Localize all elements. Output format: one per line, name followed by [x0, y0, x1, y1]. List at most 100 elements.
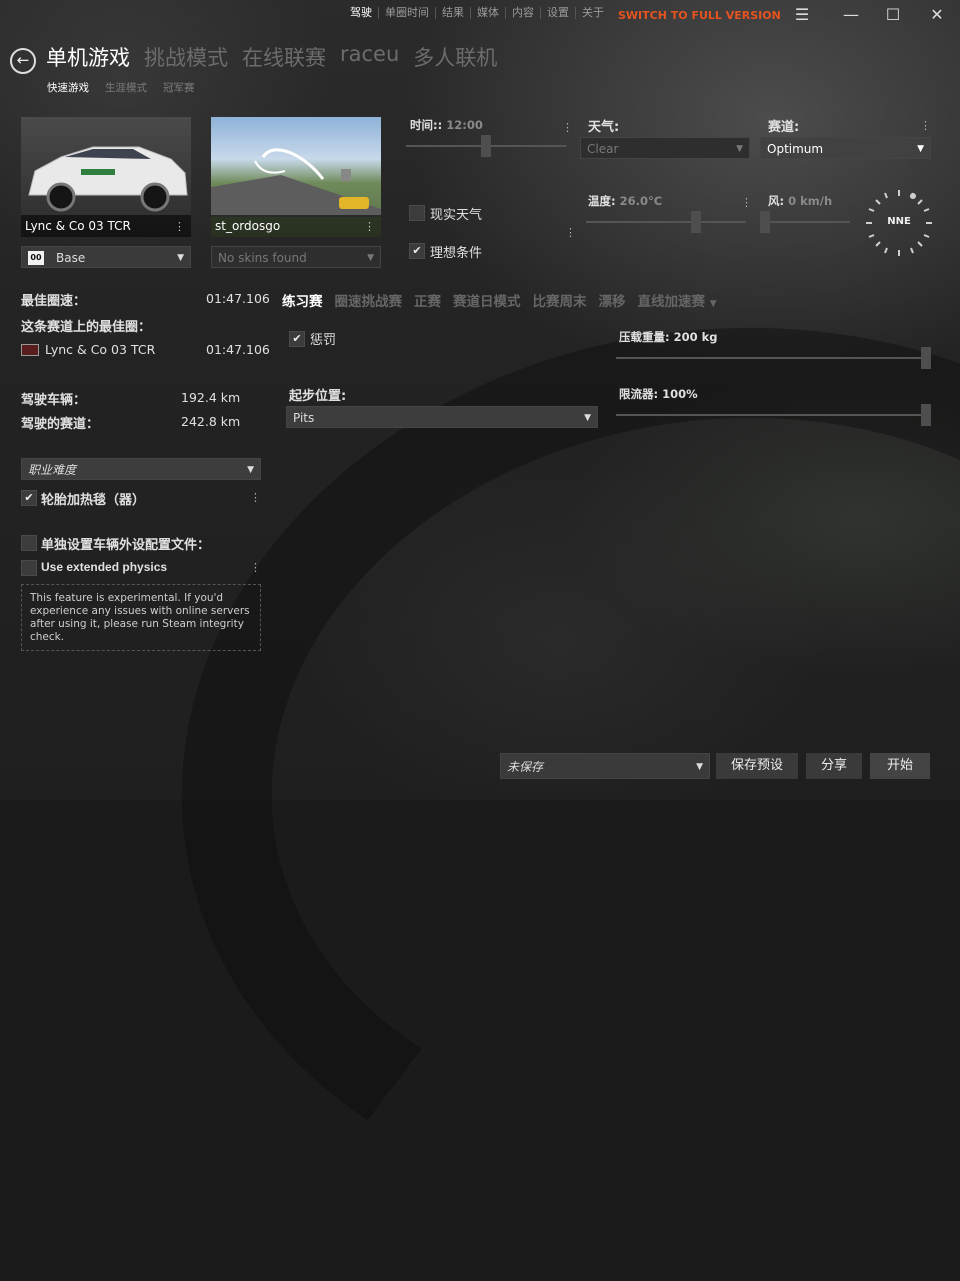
track-state-select[interactable]: Optimum ▼	[760, 137, 931, 159]
close-icon[interactable]: ✕	[924, 3, 950, 27]
difficulty-select[interactable]: 职业难度 ▼	[21, 458, 261, 480]
best-on-track-label: 这条赛道上的最佳圈：	[21, 320, 152, 335]
wind-slider-thumb[interactable]	[760, 211, 770, 233]
chevron-down-icon: ▼	[584, 413, 591, 423]
car-skin-value: Base	[56, 251, 86, 265]
maximize-icon[interactable]: ☐	[880, 3, 906, 27]
topnav-item-results[interactable]: 结果	[435, 7, 470, 19]
chevron-down-icon: ▼	[709, 299, 717, 309]
mode-tab-drag[interactable]: 直线加速赛 ▼	[638, 290, 717, 310]
start-position-select[interactable]: Pits ▼	[286, 406, 598, 428]
ideal-conditions-label: 理想条件	[430, 246, 483, 261]
main-tabs: 单机游戏 挑战模式 在线联赛 raceu 多人联机	[46, 42, 497, 72]
extended-physics-kebab-icon[interactable]: ⋮	[250, 561, 261, 574]
menu-icon[interactable]: ☰	[789, 3, 815, 27]
wind-label: 风: 0 km/h	[768, 194, 833, 208]
share-button[interactable]: 分享	[806, 753, 862, 779]
ideal-conditions-checkbox[interactable]: ✔	[409, 243, 425, 259]
best-lap-value: 01:47.106	[206, 291, 270, 306]
restrictor-slider-track[interactable]	[616, 414, 931, 416]
start-position-label: 起步位置:	[289, 389, 347, 404]
back-arrow-icon[interactable]: ←	[10, 48, 36, 74]
car-skin-select[interactable]: 00 Base ▼	[21, 246, 191, 268]
track-options-kebab-icon[interactable]: ⋮	[364, 220, 375, 233]
skin-badge-icon: 00	[28, 251, 44, 265]
best-on-track-value: 01:47.106	[206, 342, 270, 357]
mode-tab-practice[interactable]: 练习赛	[282, 290, 323, 310]
track-skin-select[interactable]: No skins found ▼	[211, 246, 381, 268]
weather-value: Clear	[587, 142, 619, 156]
mode-tab-drift[interactable]: 漂移	[599, 290, 626, 310]
topnav-item-laptimes[interactable]: 单圈时间	[378, 7, 435, 19]
chevron-down-icon: ▼	[247, 465, 254, 475]
car-name: Lync & Co 03 TCR	[21, 215, 191, 237]
track-skin-value: No skins found	[218, 251, 307, 265]
start-button[interactable]: 开始	[870, 753, 930, 779]
experimental-note: This feature is experimental. If you'd e…	[21, 584, 261, 651]
preset-select[interactable]: 未保存 ▼	[500, 753, 710, 779]
car-options-kebab-icon[interactable]: ⋮	[174, 220, 185, 233]
extended-physics-checkbox[interactable]	[21, 560, 37, 576]
driven-car-label: 驾驶车辆：	[21, 393, 87, 408]
save-preset-button[interactable]: 保存预设	[716, 753, 798, 779]
top-navigation: 驾驶 单圈时间 结果 媒体 内容 设置 关于	[350, 7, 610, 19]
subtab-championship[interactable]: 冠军赛	[163, 80, 195, 95]
conditions-kebab-icon[interactable]: ⋮	[565, 226, 576, 239]
track-preview-image	[211, 148, 381, 217]
real-weather-checkbox[interactable]	[409, 205, 425, 221]
topnav-item-media[interactable]: 媒体	[470, 7, 505, 19]
sub-tabs: 快速游戏 生涯模式 冠军赛	[47, 80, 195, 95]
tyre-blankets-label: 轮胎加热毯（器）	[41, 493, 146, 508]
minimize-icon[interactable]: —	[838, 3, 864, 27]
temperature-slider-track[interactable]	[586, 221, 746, 223]
temperature-kebab-icon[interactable]: ⋮	[741, 196, 752, 209]
restrictor-label: 限流器: 100%	[619, 387, 698, 401]
subtab-career[interactable]: 生涯模式	[105, 80, 147, 95]
car-card[interactable]: Lync & Co 03 TCR ⋮	[21, 117, 191, 237]
tab-challenge[interactable]: 挑战模式	[144, 42, 228, 72]
weather-select[interactable]: Clear ▼	[580, 137, 750, 159]
track-name: st_ordosgo	[211, 215, 381, 237]
tab-multiplayer[interactable]: 多人联机	[413, 42, 497, 72]
chevron-down-icon: ▼	[917, 144, 924, 154]
tab-single-player[interactable]: 单机游戏	[46, 42, 130, 72]
topnav-item-drive[interactable]: 驾驶	[350, 7, 378, 19]
chevron-down-icon: ▼	[367, 253, 374, 263]
separate-config-label: 单独设置车辆外设配置文件：	[41, 538, 211, 553]
driven-car-value: 192.4 km	[181, 390, 241, 405]
topnav-item-content[interactable]: 内容	[505, 7, 540, 19]
track-card[interactable]: st_ordosgo ⋮	[211, 117, 381, 237]
mode-tab-trackday[interactable]: 赛道日模式	[453, 290, 521, 310]
subtab-quick-race[interactable]: 快速游戏	[47, 80, 89, 95]
driven-track-value: 242.8 km	[181, 414, 241, 429]
ballast-label: 压载重量: 200 kg	[619, 330, 718, 344]
switch-full-version-link[interactable]: SWITCH TO FULL VERSION	[618, 9, 781, 22]
temperature-slider-thumb[interactable]	[691, 211, 701, 233]
tab-online-league[interactable]: 在线联赛	[242, 42, 326, 72]
time-kebab-icon[interactable]: ⋮	[562, 121, 573, 134]
tab-raceu[interactable]: raceu	[340, 42, 399, 72]
preset-value: 未保存	[507, 760, 544, 774]
separate-config-checkbox[interactable]	[21, 535, 37, 551]
penalty-checkbox[interactable]: ✔	[289, 331, 305, 347]
track-state-label: 赛道:	[768, 120, 800, 135]
best-lap-label: 最佳圈速：	[21, 294, 87, 309]
extended-physics-label: Use extended physics	[41, 560, 168, 574]
track-state-kebab-icon[interactable]: ⋮	[920, 119, 931, 132]
mode-tab-weekend[interactable]: 比赛周末	[533, 290, 587, 310]
chevron-down-icon: ▼	[736, 144, 743, 154]
time-slider-thumb[interactable]	[481, 135, 491, 157]
chevron-down-icon: ▼	[177, 253, 184, 263]
assists-kebab-icon[interactable]: ⋮	[250, 491, 261, 504]
restrictor-slider-thumb[interactable]	[921, 404, 931, 426]
mode-tab-race[interactable]: 正赛	[414, 290, 441, 310]
car-brand-logo-icon	[21, 344, 39, 356]
wind-slider-track[interactable]	[760, 221, 850, 223]
tyre-blankets-checkbox[interactable]: ✔	[21, 490, 37, 506]
chevron-down-icon: ▼	[696, 762, 703, 772]
topnav-item-about[interactable]: 关于	[575, 7, 610, 19]
mode-tab-hotlap[interactable]: 圈速挑战赛	[335, 290, 403, 310]
ballast-slider-track[interactable]	[616, 357, 931, 359]
topnav-item-settings[interactable]: 设置	[540, 7, 575, 19]
ballast-slider-thumb[interactable]	[921, 347, 931, 369]
